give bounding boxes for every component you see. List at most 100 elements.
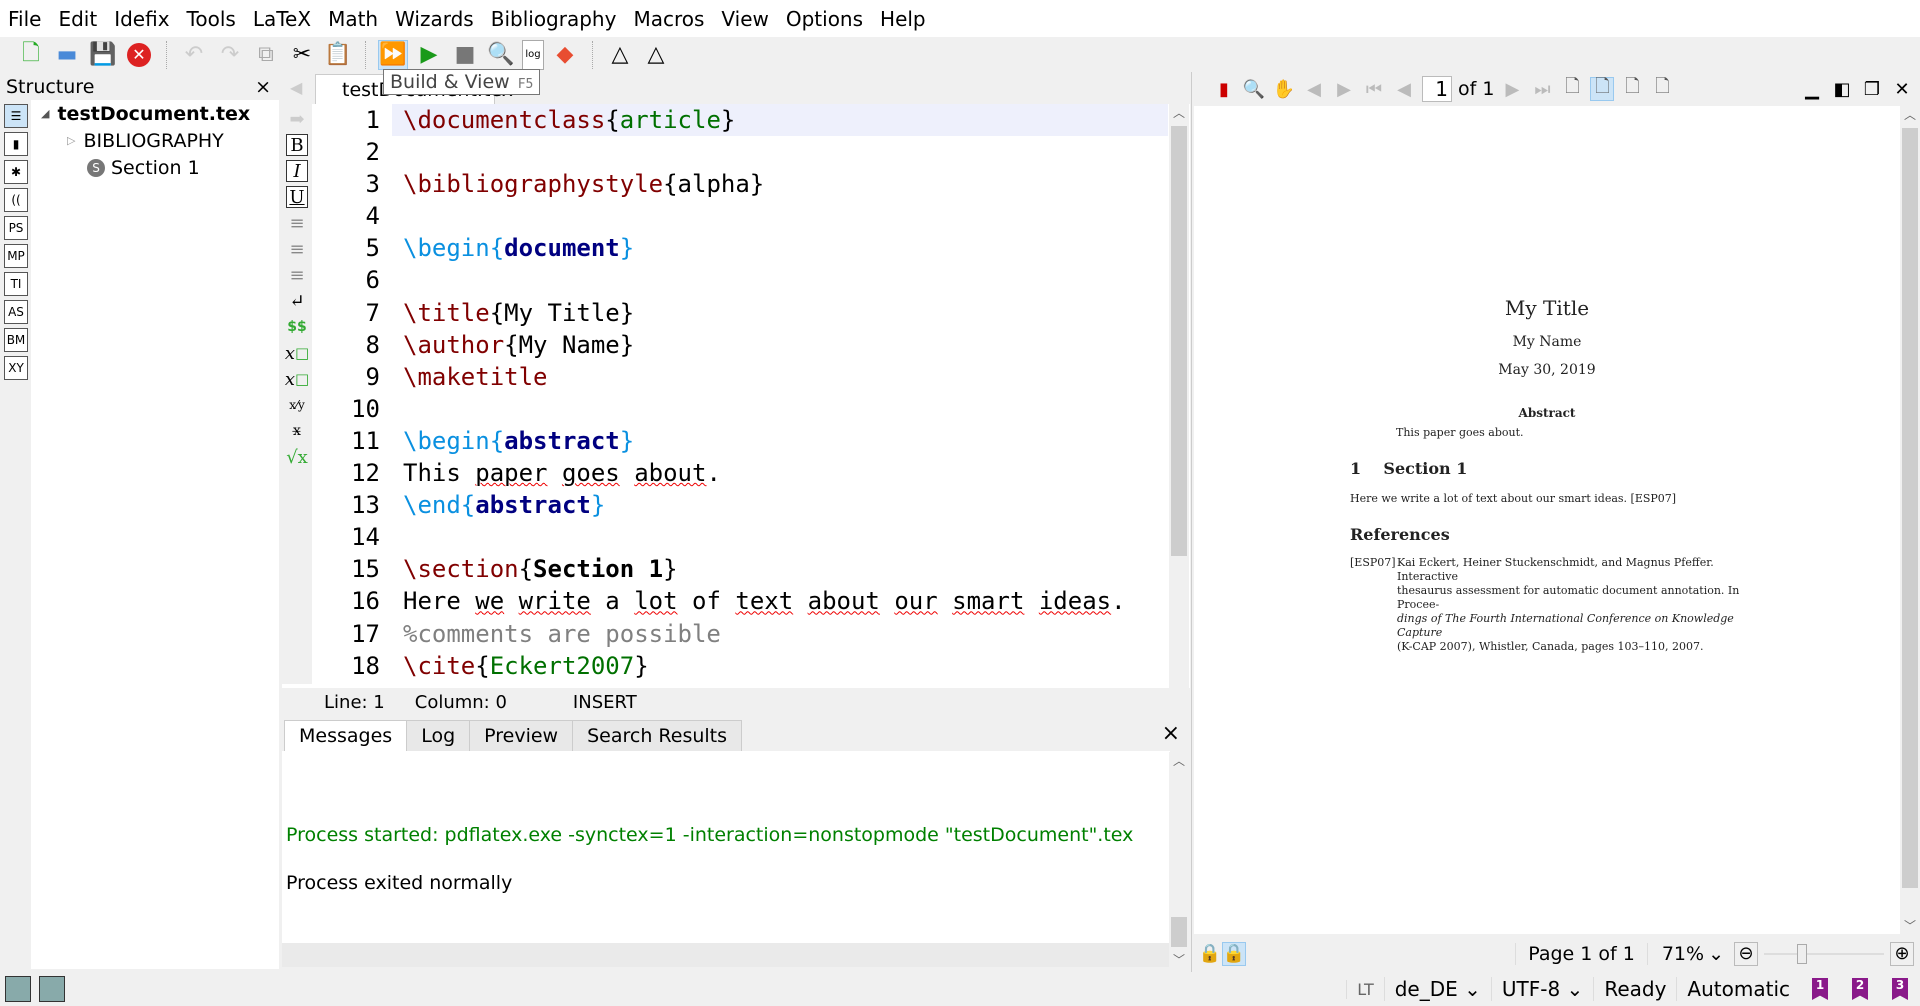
menu-bibliography[interactable]: Bibliography bbox=[489, 7, 625, 31]
underline-icon[interactable]: U bbox=[286, 186, 308, 208]
view-icon[interactable]: 🔍 bbox=[486, 40, 516, 70]
menu-help[interactable]: Help bbox=[878, 7, 934, 31]
find-icon[interactable]: 🔍 bbox=[1242, 77, 1266, 101]
log-icon[interactable]: log bbox=[522, 39, 544, 70]
messages-hscrollbar[interactable] bbox=[282, 943, 1169, 967]
menu-view[interactable]: View bbox=[719, 7, 776, 31]
cut-icon[interactable]: ✂ bbox=[287, 40, 317, 70]
menu-wizards[interactable]: Wizards bbox=[393, 7, 482, 31]
bookmark-1-icon[interactable]: 1 bbox=[1812, 978, 1828, 1000]
structure-view-icon[interactable]: ☰ bbox=[4, 104, 28, 128]
italic-icon[interactable]: I bbox=[286, 160, 308, 182]
superscript-icon[interactable]: x □ bbox=[285, 368, 309, 390]
page-number-input[interactable]: 1 bbox=[1422, 76, 1452, 102]
subscript-icon[interactable]: x □ bbox=[285, 342, 309, 364]
menu-idefix[interactable]: Idefix bbox=[112, 7, 177, 31]
zoom-in-icon[interactable]: ⊕ bbox=[1890, 941, 1914, 966]
tree-item-section[interactable]: S Section 1 bbox=[31, 154, 279, 181]
hand-icon[interactable]: ✋ bbox=[1272, 77, 1296, 101]
bookmarks-icon[interactable]: ▮ bbox=[4, 132, 28, 156]
bookmark-2-icon[interactable]: 2 bbox=[1852, 978, 1868, 1000]
tab-preview[interactable]: Preview bbox=[469, 720, 574, 752]
tab-back-icon[interactable]: ◀ bbox=[290, 78, 302, 97]
code-editor[interactable]: \documentclass{article} \bibliographysty… bbox=[392, 104, 1168, 682]
tikz-icon[interactable]: TI bbox=[4, 272, 28, 296]
languagetool-icon[interactable]: LT bbox=[1346, 979, 1383, 999]
undo-icon[interactable]: ↶ bbox=[179, 40, 209, 70]
git-icon[interactable]: ◆ bbox=[550, 40, 580, 70]
math-mode-icon[interactable]: $$ bbox=[286, 316, 308, 338]
menu-file[interactable]: File bbox=[6, 7, 49, 31]
close-file-icon[interactable]: ✕ bbox=[124, 40, 154, 70]
build-and-view-icon[interactable]: ⏩ bbox=[378, 39, 408, 70]
tab-log[interactable]: Log bbox=[406, 720, 471, 752]
language-selector[interactable]: de_DE ⌄ bbox=[1383, 977, 1491, 1001]
new-file-icon[interactable]: 🗋 bbox=[16, 40, 46, 70]
structure-close-button[interactable]: × bbox=[255, 76, 271, 98]
pstricks-icon[interactable]: PS bbox=[4, 216, 28, 240]
menu-math[interactable]: Math bbox=[326, 7, 386, 31]
menu-edit[interactable]: Edit bbox=[56, 7, 105, 31]
stop-icon[interactable]: ■ bbox=[450, 40, 480, 70]
collapse-arrow-icon[interactable]: ▷ bbox=[67, 134, 75, 147]
encoding-selector[interactable]: UTF-8 ⌄ bbox=[1490, 977, 1593, 1001]
minimize-icon[interactable]: ▁ bbox=[1800, 77, 1824, 101]
toggle-structure-icon[interactable] bbox=[5, 976, 31, 1002]
xymatrix-icon[interactable]: XY bbox=[4, 356, 28, 380]
first-page-icon[interactable]: ⏮ bbox=[1362, 77, 1386, 101]
fit-width-icon[interactable]: 🗋 bbox=[1590, 76, 1615, 101]
messages-scrollbar[interactable]: ︿ ﹀ bbox=[1169, 752, 1189, 968]
brackets-icon[interactable]: (( bbox=[4, 188, 28, 212]
embed-icon[interactable]: ◧ bbox=[1830, 77, 1854, 101]
forward-icon[interactable]: ▶ bbox=[1332, 77, 1356, 101]
next-error-icon[interactable]: △ bbox=[641, 40, 671, 70]
menu-macros[interactable]: Macros bbox=[631, 7, 712, 31]
fit-page-icon[interactable]: 🗋 bbox=[1650, 76, 1674, 101]
sync-lock-icon[interactable]: 🔒 bbox=[1198, 942, 1222, 966]
expand-arrow-icon[interactable]: ◢ bbox=[41, 107, 49, 120]
compile-icon[interactable]: ▶ bbox=[414, 40, 444, 70]
messages-close-button[interactable]: × bbox=[1162, 721, 1180, 746]
zoom-out-icon[interactable]: ⊖ bbox=[1734, 941, 1758, 966]
save-icon[interactable]: 💾 bbox=[88, 40, 118, 70]
bold-icon[interactable]: B bbox=[286, 134, 308, 156]
zoom-100-icon[interactable]: 🗋 bbox=[1560, 76, 1584, 101]
copy-icon[interactable]: ⧉ bbox=[251, 40, 281, 70]
symbols-icon[interactable]: ✱ bbox=[4, 160, 28, 184]
scrollbar-thumb[interactable] bbox=[1171, 126, 1187, 556]
redo-icon[interactable]: ↷ bbox=[215, 40, 245, 70]
newline-icon[interactable]: ↵ bbox=[286, 290, 308, 312]
editor-scrollbar[interactable]: ︿﹀ bbox=[1169, 104, 1189, 712]
forward-icon[interactable]: ➡ bbox=[286, 108, 308, 130]
previous-error-icon[interactable]: △ bbox=[605, 40, 635, 70]
pdf-icon[interactable]: ▮ bbox=[1212, 77, 1236, 101]
align-left-icon[interactable]: ≡ bbox=[286, 212, 308, 234]
metapost-icon[interactable]: MP bbox=[4, 244, 28, 268]
last-page-icon[interactable]: ⏭ bbox=[1530, 77, 1554, 101]
tab-search-results[interactable]: Search Results bbox=[572, 720, 743, 752]
previous-page-icon[interactable]: ◀ bbox=[1392, 77, 1416, 101]
fraction-icon[interactable]: x̶ bbox=[286, 420, 308, 442]
tree-item-file[interactable]: ◢ testDocument.tex bbox=[31, 100, 279, 127]
align-center-icon[interactable]: ≡ bbox=[286, 238, 308, 260]
status-mode[interactable]: Automatic bbox=[1676, 977, 1800, 1001]
next-page-icon[interactable]: ▶ bbox=[1500, 77, 1524, 101]
menu-options[interactable]: Options bbox=[784, 7, 871, 31]
zoom-dropdown-icon[interactable]: ⌄ bbox=[1708, 943, 1724, 965]
zoom-level[interactable]: 71% bbox=[1662, 943, 1704, 965]
tree-item-bibliography[interactable]: ▷ BIBLIOGRAPHY bbox=[31, 127, 279, 154]
paste-icon[interactable]: 📋 bbox=[323, 40, 353, 70]
pdf-page[interactable]: My Title My Name May 30, 2019 Abstract T… bbox=[1194, 106, 1900, 934]
pdf-scrollbar[interactable]: ︿ ﹀ bbox=[1900, 106, 1920, 934]
beamer-icon[interactable]: BM bbox=[4, 328, 28, 352]
zoom-slider[interactable] bbox=[1764, 942, 1884, 966]
windowed-icon[interactable]: ❐ bbox=[1860, 77, 1884, 101]
sqrt-icon[interactable]: √x bbox=[286, 446, 308, 468]
align-right-icon[interactable]: ≡ bbox=[286, 264, 308, 286]
pane-divider[interactable] bbox=[1191, 72, 1192, 972]
menu-latex[interactable]: LaTeX bbox=[251, 7, 319, 31]
fit-text-icon[interactable]: 🗋 bbox=[1620, 76, 1644, 101]
tab-messages[interactable]: Messages bbox=[284, 720, 408, 752]
auto-sync-icon[interactable]: 🔒 bbox=[1222, 941, 1246, 966]
back-icon[interactable]: ◀ bbox=[1302, 77, 1326, 101]
